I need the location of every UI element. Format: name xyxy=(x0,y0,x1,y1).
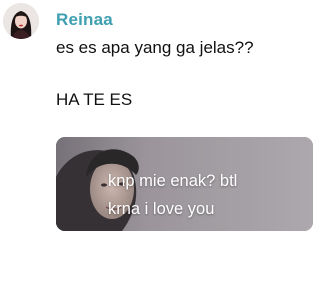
message-text-line: es es apa yang ga jelas?? xyxy=(56,38,254,57)
video-caption-line: knp mie enak? btl xyxy=(108,172,238,190)
user-avatar[interactable] xyxy=(3,3,39,39)
user-avatar-icon xyxy=(3,3,39,39)
video-thumbnail[interactable]: knp mie enak? btl krna i love you xyxy=(56,137,313,231)
message-post: Reinaa es es apa yang ga jelas?? HA TE E… xyxy=(0,0,320,302)
author-name[interactable]: Reinaa xyxy=(56,10,113,30)
message-text-line: HA TE ES xyxy=(56,90,133,109)
video-caption-line: krna i love you xyxy=(108,200,215,218)
